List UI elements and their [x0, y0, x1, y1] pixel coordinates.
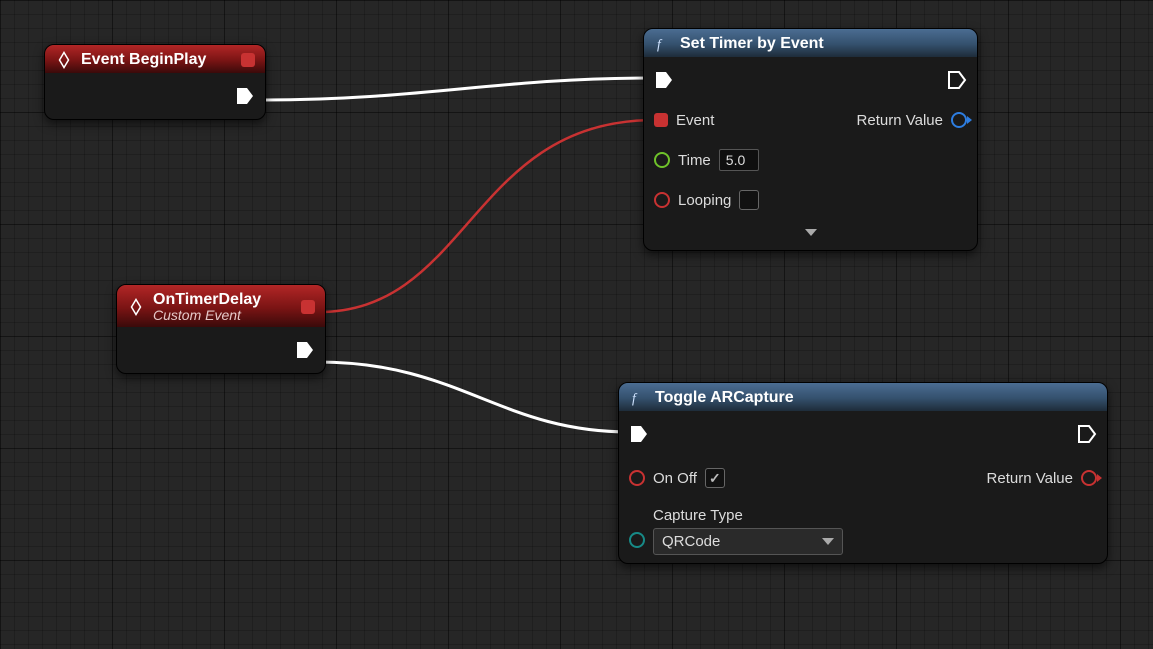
pin-label-onoff: On Off	[653, 470, 697, 487]
pin-label-looping: Looping	[678, 192, 731, 209]
node-body	[45, 73, 265, 119]
function-icon: f	[654, 35, 672, 53]
event-in-pin[interactable]	[654, 113, 668, 127]
onoff-in-pin[interactable]	[629, 470, 645, 486]
node-event-beginplay[interactable]: Event BeginPlay	[44, 44, 266, 120]
exec-out-pin[interactable]	[1077, 424, 1097, 444]
pin-label-event: Event	[676, 112, 714, 129]
event-icon	[55, 51, 73, 69]
dropdown-value: QRCode	[662, 533, 720, 550]
pin-label-return: Return Value	[987, 470, 1073, 487]
exec-in-pin[interactable]	[654, 70, 674, 90]
pin-label-time: Time	[678, 152, 711, 169]
delegate-pin[interactable]	[241, 53, 255, 67]
node-subtitle: Custom Event	[153, 307, 261, 323]
looping-checkbox[interactable]	[739, 190, 759, 210]
exec-in-pin[interactable]	[629, 424, 649, 444]
exec-out-pin[interactable]	[235, 86, 255, 106]
looping-in-pin[interactable]	[654, 192, 670, 208]
node-title: Toggle ARCapture	[655, 389, 794, 407]
capturetype-in-pin[interactable]	[629, 532, 645, 548]
return-value-pin[interactable]	[951, 112, 967, 128]
node-header[interactable]: f Toggle ARCapture	[619, 383, 1107, 411]
delegate-pin[interactable]	[301, 300, 315, 314]
node-header[interactable]: OnTimerDelay Custom Event	[117, 285, 325, 327]
capturetype-dropdown[interactable]: QRCode	[653, 528, 843, 555]
return-value-pin[interactable]	[1081, 470, 1097, 486]
node-title: Event BeginPlay	[81, 51, 206, 69]
exec-out-pin[interactable]	[947, 70, 967, 90]
node-ontimerdelay[interactable]: OnTimerDelay Custom Event	[116, 284, 326, 374]
chevron-down-icon	[805, 229, 817, 236]
node-body: Event Return Value Time Looping	[644, 57, 977, 250]
function-icon: f	[629, 389, 647, 407]
node-settimer[interactable]: f Set Timer by Event Event Return Value	[643, 28, 978, 251]
time-input[interactable]	[719, 149, 759, 171]
node-header[interactable]: f Set Timer by Event	[644, 29, 977, 57]
node-body: On Off Return Value Capture Type QRCode	[619, 411, 1107, 563]
node-body	[117, 327, 325, 373]
node-togglearcapture[interactable]: f Toggle ARCapture On Off Return Value	[618, 382, 1108, 564]
pin-label-capturetype: Capture Type	[653, 507, 843, 524]
node-title: Set Timer by Event	[680, 35, 824, 53]
onoff-checkbox[interactable]	[705, 468, 725, 488]
time-in-pin[interactable]	[654, 152, 670, 168]
event-icon	[127, 298, 145, 316]
node-header[interactable]: Event BeginPlay	[45, 45, 265, 73]
chevron-down-icon	[822, 538, 834, 545]
svg-text:f: f	[657, 37, 663, 52]
exec-out-pin[interactable]	[295, 340, 315, 360]
pin-label-return: Return Value	[857, 112, 943, 129]
expand-node-button[interactable]	[654, 225, 967, 242]
svg-text:f: f	[632, 391, 638, 406]
